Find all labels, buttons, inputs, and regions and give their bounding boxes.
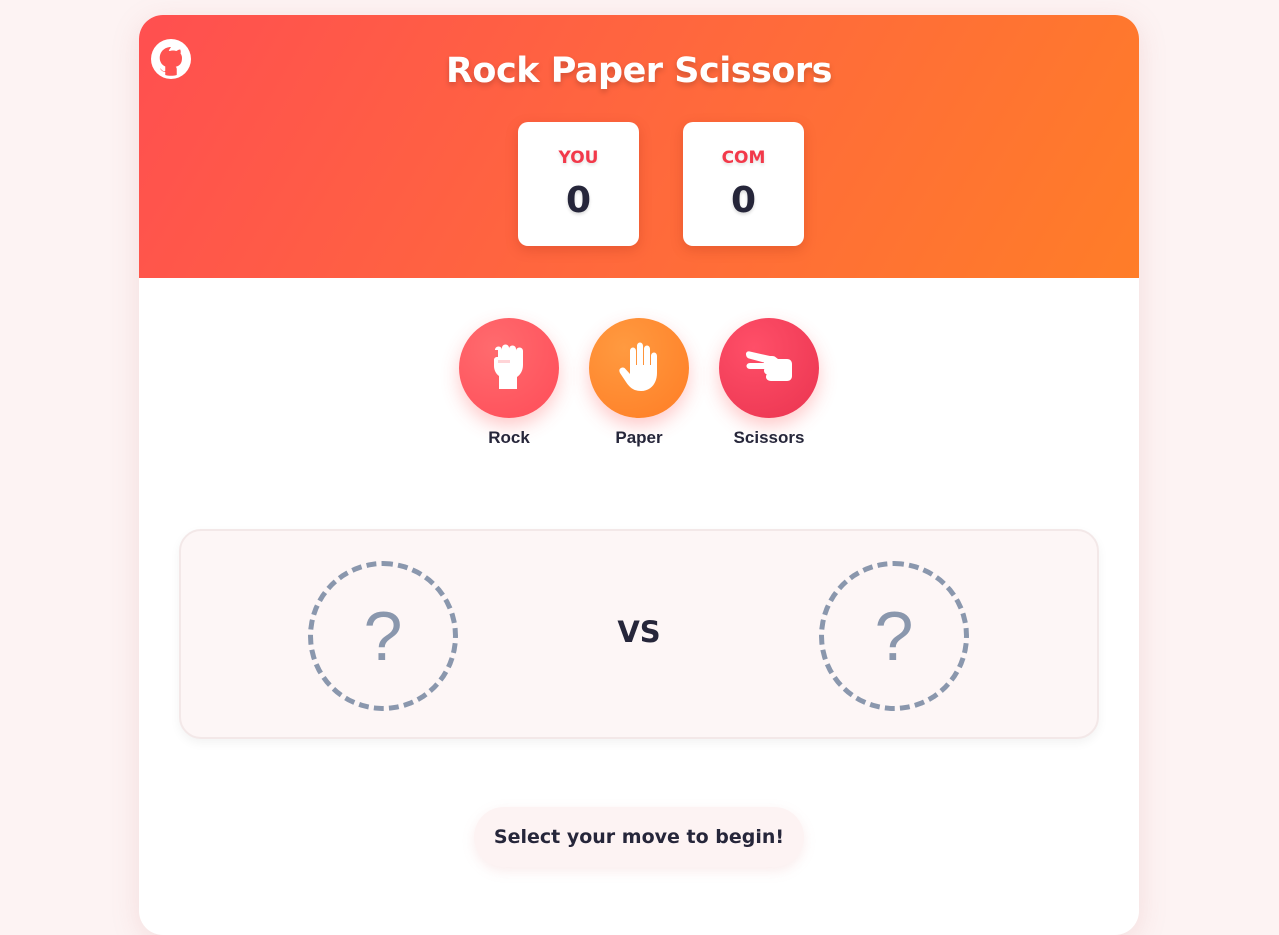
paper-label: Paper [615,428,663,447]
player-score-card: YOU 0 [518,122,639,246]
rock-label: Rock [488,428,530,447]
rock-circle[interactable] [459,318,559,418]
fist-icon [494,344,523,389]
paper-circle[interactable] [589,318,689,418]
computer-score-label: COM [721,148,766,168]
status-message: Select your move to begin! [474,807,804,867]
game-card: Rock Paper Scissors YOU 0 COM 0 Rock Pap… [139,15,1139,935]
computer-score-value: 0 [730,180,757,221]
page-title: Rock Paper Scissors [445,51,833,91]
header: Rock Paper Scissors YOU 0 COM 0 [139,15,1139,278]
open-hand-icon [619,342,657,391]
scissors-button[interactable]: Scissors [719,318,819,448]
scissors-circle[interactable] [719,318,819,418]
rock-button[interactable]: Rock [459,318,559,448]
scissors-label: Scissors [733,428,805,447]
battle-arena: ? VS ? [179,529,1099,739]
computer-choice-slot: ? [819,561,969,711]
player-score-label: YOU [558,148,599,168]
paper-button[interactable]: Paper [589,318,689,448]
scissors-hand-icon [746,351,792,381]
computer-score-card: COM 0 [683,122,804,246]
question-mark-icon: ? [874,597,914,675]
player-score-value: 0 [565,180,592,221]
